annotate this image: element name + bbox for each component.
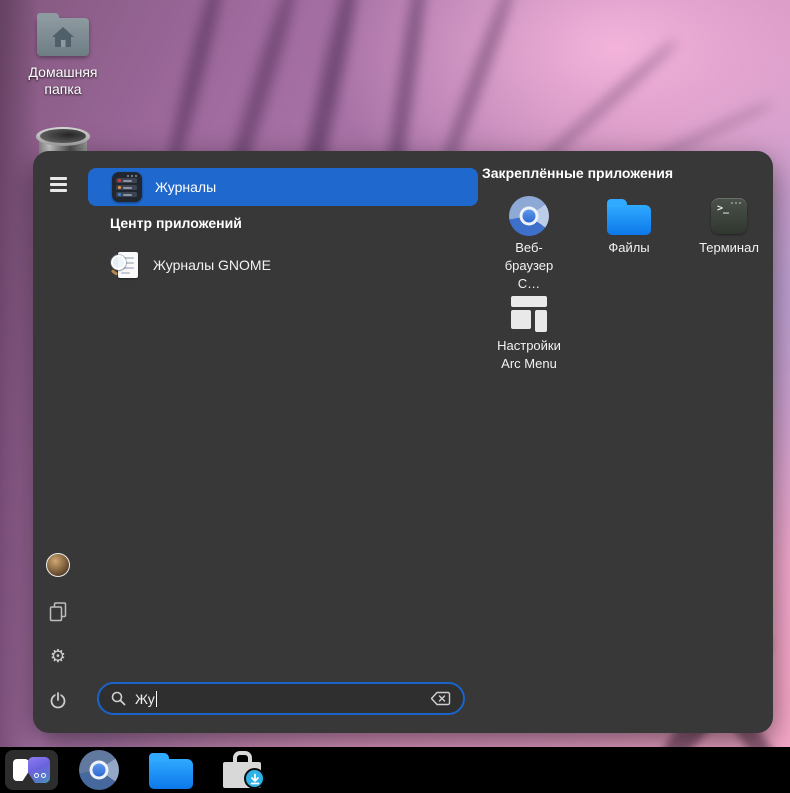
documents-button[interactable] bbox=[46, 600, 70, 624]
chromium-icon bbox=[509, 196, 549, 236]
chromium-icon bbox=[79, 750, 119, 790]
magnifier-icon bbox=[111, 691, 126, 706]
trash-opening bbox=[40, 129, 86, 143]
gear-icon: ⚙ bbox=[50, 647, 66, 665]
menu-item-label: Журналы bbox=[155, 179, 216, 195]
search-input[interactable]: Жу bbox=[97, 682, 465, 715]
pinned-app-label: Файлы bbox=[582, 239, 676, 257]
pinned-app-files[interactable]: Файлы bbox=[582, 196, 676, 257]
documents-icon bbox=[49, 602, 67, 622]
taskbar-chromium-button[interactable] bbox=[78, 750, 120, 790]
files-folder-icon bbox=[607, 205, 651, 235]
backspace-icon bbox=[430, 691, 451, 706]
logs-app-icon bbox=[112, 172, 142, 202]
home-folder-label: Домашняя папка bbox=[10, 64, 116, 98]
desktop: Домашняя папка Журналы Центр приложений bbox=[0, 0, 790, 793]
taskbar-software-center-button[interactable] bbox=[220, 750, 266, 790]
settings-button[interactable]: ⚙ bbox=[46, 644, 70, 668]
section-title-pinned: Закреплённые приложения bbox=[482, 165, 673, 181]
desktop-home-folder-launcher[interactable]: Домашняя папка bbox=[10, 12, 116, 98]
terminal-icon: >_ bbox=[711, 198, 747, 234]
wallpaper-branch bbox=[436, 0, 518, 176]
user-avatar-button[interactable] bbox=[46, 553, 70, 577]
power-icon bbox=[49, 691, 67, 710]
software-search-icon bbox=[111, 251, 139, 279]
arcmenu-settings-icon bbox=[511, 296, 547, 332]
pinned-app-chromium[interactable]: Веб-браузер C… bbox=[482, 196, 576, 293]
menu-item-logs-gnome[interactable]: Журналы GNOME bbox=[88, 247, 478, 283]
home-folder-icon bbox=[37, 18, 89, 56]
clear-search-button[interactable] bbox=[430, 691, 451, 706]
text-caret bbox=[156, 691, 158, 707]
search-query-text: Жу bbox=[135, 691, 155, 707]
taskbar-files-button[interactable] bbox=[148, 750, 194, 790]
arc-menu-panel: Журналы Центр приложений Журналы GNOME З… bbox=[33, 151, 773, 733]
app-menu-logo-icon bbox=[13, 757, 50, 783]
taskbar bbox=[0, 747, 790, 793]
pinned-app-terminal[interactable]: >_ Терминал bbox=[682, 196, 776, 257]
menu-item-label: Журналы GNOME bbox=[153, 257, 271, 273]
files-folder-icon bbox=[149, 759, 193, 789]
hamburger-icon[interactable] bbox=[49, 176, 69, 194]
download-badge-icon bbox=[244, 768, 265, 789]
app-menu-button[interactable] bbox=[5, 750, 58, 790]
section-title-app-center: Центр приложений bbox=[110, 215, 242, 231]
pinned-app-label: Терминал bbox=[682, 239, 776, 257]
power-button[interactable] bbox=[46, 688, 70, 712]
pinned-app-label: Настройки Arc Menu bbox=[487, 337, 571, 373]
avatar bbox=[46, 553, 70, 577]
wallpaper-branch bbox=[164, 0, 228, 169]
pinned-app-label: Веб-браузер C… bbox=[493, 239, 565, 293]
pinned-app-arcmenu-settings[interactable]: Настройки Arc Menu bbox=[482, 294, 576, 373]
menu-item-logs-selected[interactable]: Журналы bbox=[88, 168, 478, 206]
software-center-bag-icon bbox=[221, 751, 265, 789]
